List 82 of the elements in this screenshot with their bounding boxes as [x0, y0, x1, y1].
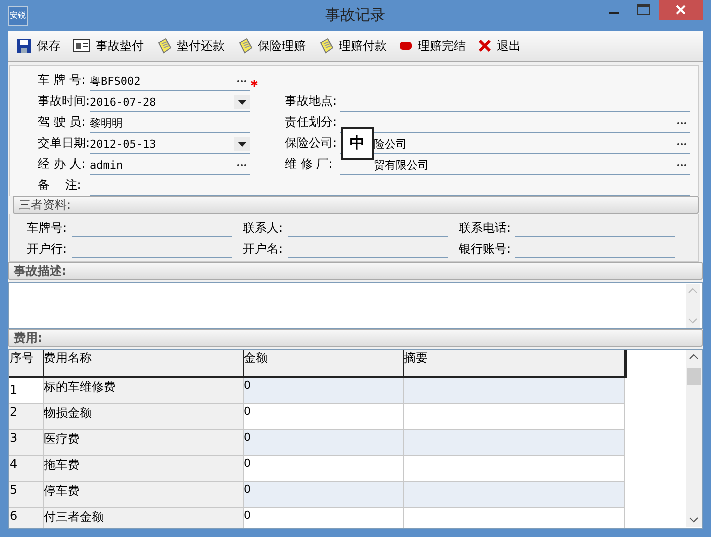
note-icon — [237, 38, 253, 54]
section-header: 费用: — [8, 329, 703, 347]
field-label: 维 修 厂: — [285, 156, 334, 173]
column-header[interactable]: 摘要 — [404, 350, 625, 376]
table-cell[interactable] — [404, 482, 625, 507]
table-cell[interactable]: 0 — [244, 404, 404, 429]
caret-icon — [238, 100, 246, 104]
input-mode-tooltip: 中 — [341, 127, 374, 160]
ellipsis-icon — [677, 164, 687, 166]
close-button[interactable] — [659, 0, 703, 20]
table-cell: 标的车维修费 — [44, 378, 244, 403]
field-label: 备 注: — [38, 177, 82, 194]
ellipsis-icon — [237, 164, 247, 166]
table-cell: 付三者金额 — [44, 508, 244, 528]
table-cell: 4 — [9, 456, 44, 481]
table-cell: 停车费 — [44, 482, 244, 507]
table-cell[interactable]: 0 — [244, 508, 404, 528]
field-label: 开户行: — [27, 241, 68, 258]
field-label: 保险公司: — [285, 135, 338, 152]
field-label: 银行账号: — [459, 241, 512, 258]
input-field[interactable]: admin — [90, 156, 250, 175]
toolbar-button[interactable]: 事故垫付 — [71, 38, 146, 54]
field-label: 车 牌 号: — [38, 72, 87, 89]
scrollbar[interactable] — [686, 284, 700, 328]
column-header[interactable]: 金额 — [244, 350, 404, 376]
table-cell: 拖车费 — [44, 456, 244, 481]
table-cell: 医疗费 — [44, 430, 244, 455]
table-cell[interactable] — [404, 430, 625, 455]
window-title: 事故记录 — [326, 6, 386, 25]
field-label: 事故时间: — [38, 93, 90, 110]
close-icon — [675, 4, 687, 16]
text-area[interactable] — [8, 282, 703, 329]
field-label: 责任划分: — [285, 114, 338, 131]
toolbar-button[interactable]: 理赔付款 — [316, 38, 389, 54]
field-label: 车牌号: — [27, 220, 68, 237]
toolbar-button[interactable]: 垫付还款 — [154, 38, 227, 54]
toolbar-button[interactable]: 理赔完结 — [397, 38, 468, 54]
table-cell[interactable]: 0 — [244, 482, 404, 507]
section-header: 三者资料: — [13, 196, 699, 214]
table-cell: 1 — [9, 378, 44, 403]
dropdown-button[interactable] — [234, 95, 250, 109]
input-field[interactable]: 2016-07-28 — [90, 93, 250, 112]
input-field[interactable]: 2012-05-13 — [90, 135, 250, 154]
table-cell: 6 — [9, 508, 44, 528]
table-cell[interactable] — [404, 378, 625, 403]
field-label: 开户名: — [243, 241, 284, 258]
stop-icon — [399, 41, 413, 51]
save-icon — [16, 38, 32, 54]
section-header: 事故描述: — [8, 262, 703, 280]
table-cell[interactable]: 0 — [244, 456, 404, 481]
column-header[interactable]: 费用名称 — [44, 350, 244, 376]
caret-icon — [238, 142, 246, 146]
ellipsis-icon — [237, 80, 247, 82]
toolbar-button[interactable]: 保险理赔 — [235, 38, 308, 54]
input-field[interactable]: 黎明明 — [90, 114, 250, 133]
scrollbar[interactable] — [686, 350, 702, 527]
minimize-icon — [609, 12, 619, 14]
table-cell: 2 — [9, 404, 44, 429]
maximize-icon — [637, 4, 651, 16]
app-icon: 安锐 — [8, 6, 28, 26]
table-cell: 5 — [9, 482, 44, 507]
note-icon — [318, 38, 334, 54]
note-icon — [156, 38, 172, 54]
close-icon — [478, 39, 492, 53]
ellipsis-icon — [677, 142, 687, 146]
table-cell: 物损金额 — [44, 404, 244, 429]
toolbar-button[interactable]: 保存 — [14, 38, 63, 54]
toolbar-button[interactable]: 退出 — [476, 38, 523, 54]
table-cell[interactable]: 0 — [244, 378, 404, 403]
field-label: 联系电话: — [459, 220, 512, 237]
column-header[interactable]: 序号 — [9, 350, 44, 376]
table-cell[interactable]: 0 — [244, 430, 404, 455]
field-label: 交单日期: — [38, 135, 90, 152]
input-field[interactable]: 粤BFS002 — [90, 72, 250, 91]
field-label: 联系人: — [243, 220, 284, 237]
dropdown-button[interactable] — [234, 137, 250, 151]
field-label: 事故地点: — [285, 93, 338, 110]
card-icon — [73, 39, 91, 53]
field-label: 驾 驶 员: — [38, 114, 87, 131]
ellipsis-icon — [677, 122, 687, 124]
table-cell: 3 — [9, 430, 44, 455]
field-label: 经 办 人: — [38, 156, 87, 173]
